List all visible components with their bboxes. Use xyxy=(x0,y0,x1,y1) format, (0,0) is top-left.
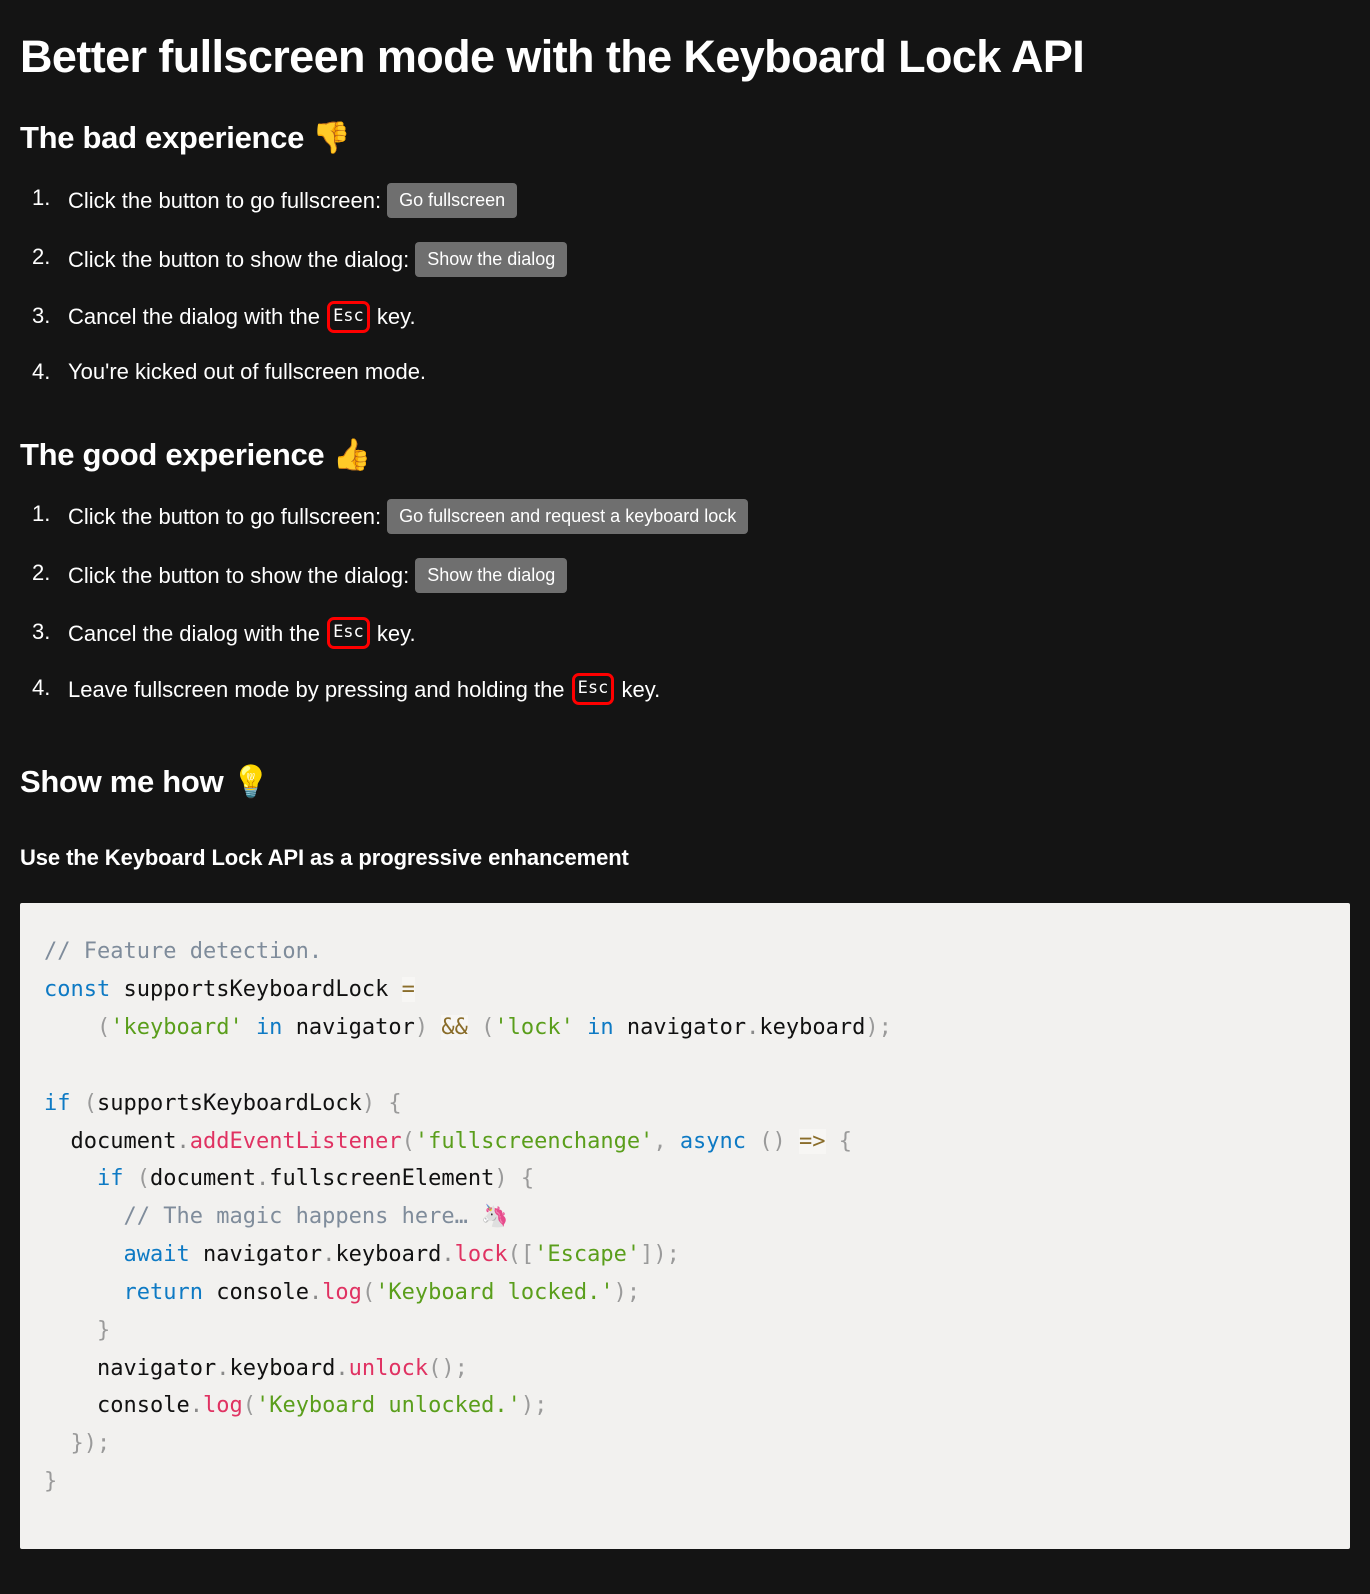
code-block: // Feature detection. const supportsKeyb… xyxy=(20,903,1350,1549)
esc-key-badge: Esc xyxy=(571,673,615,706)
list-item: You're kicked out of fullscreen mode. xyxy=(32,345,1350,399)
page-title: Better fullscreen mode with the Keyboard… xyxy=(20,31,1085,82)
good-experience-steps: Click the button to go fullscreen: Go ful… xyxy=(0,473,1370,717)
section-heading-bad-text: The bad experience xyxy=(20,120,305,156)
step-text: Cancel the dialog with the xyxy=(68,304,320,330)
section-heading-bad-experience: The bad experience 👎 xyxy=(0,82,1370,157)
code-content: // Feature detection. const supportsKeyb… xyxy=(44,939,892,1494)
show-the-dialog-button[interactable]: Show the dialog xyxy=(415,558,568,594)
section-heading-show-me-how: Show me how 💡 xyxy=(0,717,1370,801)
show-the-dialog-button[interactable]: Show the dialog xyxy=(415,242,568,278)
step-text: Click the button to go fullscreen: xyxy=(68,187,382,213)
esc-key-badge: Esc xyxy=(327,301,370,334)
step-text: Click the button to show the dialog: xyxy=(68,563,410,589)
bad-experience-steps: Click the button to go fullscreen: Go ful… xyxy=(0,157,1370,399)
step-text-after: key. xyxy=(376,620,416,646)
esc-key-badge: Esc xyxy=(327,617,370,650)
thumbs-down-icon: 👎 xyxy=(312,120,351,157)
step-text: Cancel the dialog with the xyxy=(68,620,320,646)
step-text: Leave fullscreen mode by pressing and ho… xyxy=(68,676,565,702)
go-fullscreen-keyboard-lock-button[interactable]: Go fullscreen and request a keyboard loc… xyxy=(387,499,749,535)
list-item: Click the button to show the dialog: Show… xyxy=(32,230,1350,289)
list-item: Leave fullscreen mode by pressing and ho… xyxy=(32,661,1350,717)
list-item: Cancel the dialog with the Esc key. xyxy=(32,605,1350,661)
step-text: Click the button to go fullscreen: xyxy=(68,504,382,530)
subsection-heading-progressive-enhancement: Use the Keyboard Lock API as a progressi… xyxy=(20,845,629,870)
section-heading-how-text: Show me how xyxy=(20,764,224,800)
list-item: Click the button to go fullscreen: Go ful… xyxy=(32,171,1350,230)
article-page: Better fullscreen mode with the Keyboard… xyxy=(0,0,1370,1594)
step-text: Click the button to show the dialog: xyxy=(68,246,410,272)
thumbs-up-icon: 👍 xyxy=(332,436,372,473)
light-bulb-icon: 💡 xyxy=(231,764,271,801)
list-item: Cancel the dialog with the Esc key. xyxy=(32,289,1350,345)
step-text: You're kicked out of fullscreen mode. xyxy=(68,359,427,385)
section-heading-good-experience: The good experience 👍 xyxy=(0,399,1370,474)
go-fullscreen-button[interactable]: Go fullscreen xyxy=(387,183,518,219)
list-item: Click the button to show the dialog: Show… xyxy=(32,546,1350,605)
list-item: Click the button to go fullscreen: Go ful… xyxy=(32,487,1350,546)
step-text-after: key. xyxy=(376,304,416,330)
section-heading-good-text: The good experience xyxy=(20,436,325,472)
step-text-after: key. xyxy=(621,676,661,702)
